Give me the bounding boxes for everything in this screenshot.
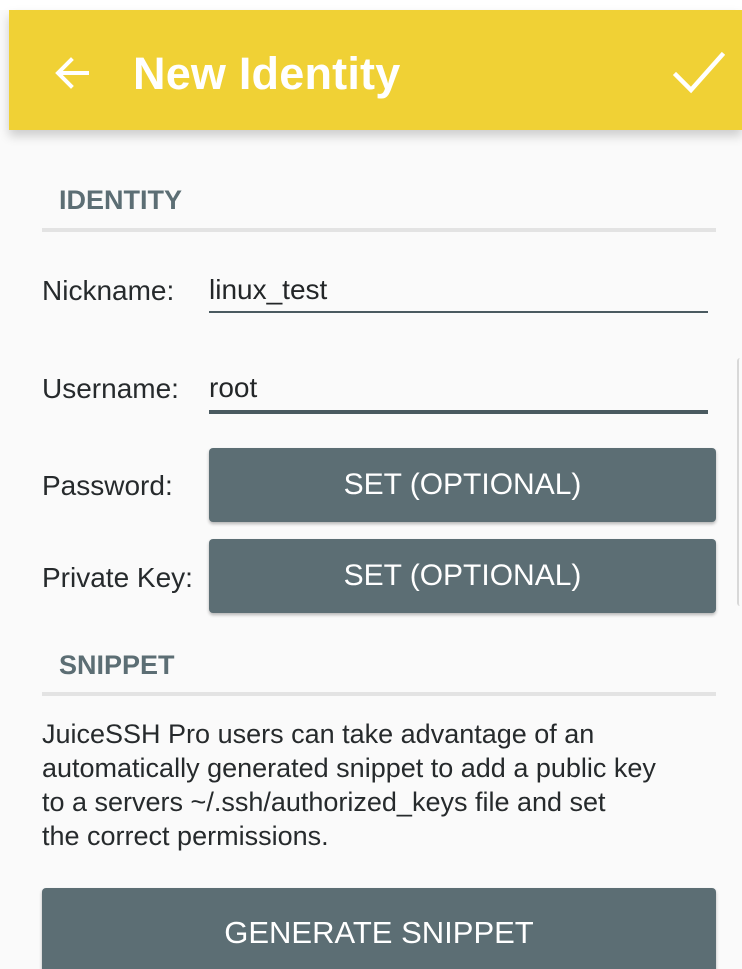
username-input-underline bbox=[209, 410, 708, 414]
app-toolbar: New Identity bbox=[9, 10, 742, 130]
snippet-description-line: JuiceSSH Pro users can take advantage of… bbox=[42, 719, 595, 749]
snippet-divider bbox=[42, 692, 716, 696]
generate-snippet-button[interactable]: GENERATE SNIPPET bbox=[42, 888, 716, 969]
snippet-description-line: the correct permissions. bbox=[42, 821, 329, 851]
snippet-section-header: SNIPPET bbox=[59, 650, 175, 680]
snippet-description-line: automatically generated snippet to add a… bbox=[42, 753, 656, 783]
username-label: Username: bbox=[42, 373, 179, 404]
snippet-description-line: to a servers ~/.ssh/authorized_keys file… bbox=[42, 787, 606, 817]
checkmark-icon[interactable] bbox=[673, 50, 725, 96]
set-password-button[interactable]: SET (OPTIONAL) bbox=[209, 448, 716, 522]
arrow-back-icon[interactable] bbox=[51, 53, 91, 93]
set-private-key-button[interactable]: SET (OPTIONAL) bbox=[209, 539, 716, 613]
page-title: New Identity bbox=[133, 48, 401, 99]
password-label: Password: bbox=[42, 470, 173, 501]
nickname-input-underline bbox=[209, 311, 708, 313]
identity-section-header: IDENTITY bbox=[59, 185, 183, 215]
snippet-description: JuiceSSH Pro users can take advantage of… bbox=[42, 717, 732, 853]
identity-divider bbox=[42, 228, 716, 232]
private-key-label: Private Key: bbox=[42, 562, 193, 593]
new-identity-screen: New Identity IDENTITY Nickname: Username… bbox=[0, 0, 742, 969]
status-bar-area bbox=[0, 0, 742, 10]
nickname-label: Nickname: bbox=[42, 275, 175, 306]
scroll-edge-indicator bbox=[737, 358, 742, 606]
username-input[interactable] bbox=[209, 366, 708, 410]
nickname-input[interactable] bbox=[209, 268, 708, 312]
